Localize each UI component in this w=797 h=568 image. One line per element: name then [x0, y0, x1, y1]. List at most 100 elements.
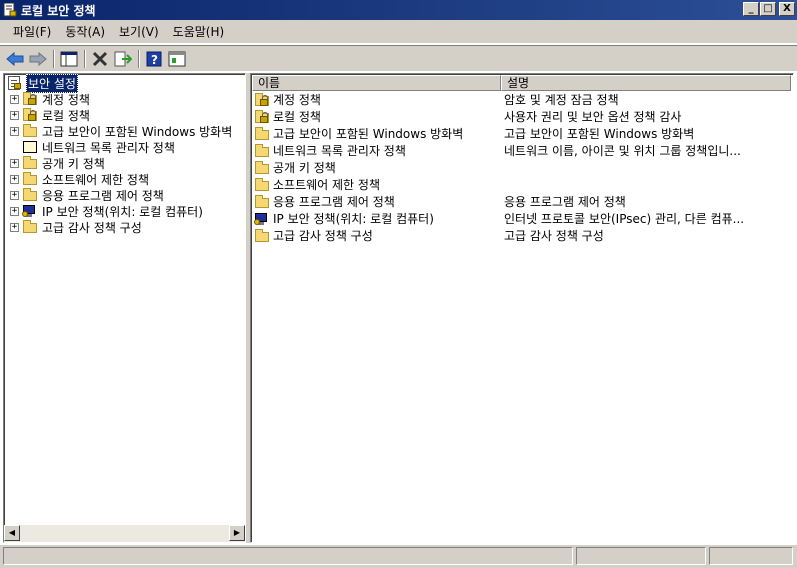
- delete-icon: [92, 51, 108, 66]
- tree-item-label: 로컬 정책: [42, 108, 90, 123]
- tree-root[interactable]: 보안 설정: [7, 74, 78, 93]
- folder-icon: [22, 156, 38, 170]
- scrollbar-track[interactable]: [20, 525, 229, 542]
- tree-item-ip-security[interactable]: + IP 보안 정책(위치: 로컬 컴퓨터): [10, 203, 204, 219]
- tree-item-label: 공개 키 정책: [42, 156, 105, 171]
- forward-icon: [29, 51, 47, 66]
- expand-icon[interactable]: +: [10, 158, 19, 168]
- tree-item-software-restriction[interactable]: + 소프트웨어 제한 정책: [10, 171, 150, 187]
- list-item-description: 네트워크 이름, 아이콘 및 위치 그룹 정책입니...: [504, 144, 741, 158]
- help-button[interactable]: ?: [143, 49, 165, 69]
- toolbar: ?: [0, 45, 797, 71]
- expand-icon[interactable]: +: [10, 174, 19, 184]
- delete-button[interactable]: [89, 49, 111, 69]
- list-item-name: 로컬 정책: [273, 110, 321, 124]
- forward-button[interactable]: [27, 49, 49, 69]
- scroll-right-icon[interactable]: ▶: [229, 525, 245, 541]
- expand-icon[interactable]: +: [10, 206, 19, 216]
- ipsec-policy-icon: [254, 212, 270, 226]
- menu-view[interactable]: 보기(V): [112, 23, 166, 40]
- tree-item-application-control[interactable]: + 응용 프로그램 제어 정책: [10, 187, 165, 203]
- svg-text:?: ?: [151, 53, 158, 67]
- title-bar[interactable]: 로컬 보안 정책 _ □ X: [0, 0, 797, 20]
- folder-icon: [254, 177, 270, 192]
- back-icon: [6, 51, 24, 66]
- scroll-left-icon[interactable]: ◀: [4, 525, 20, 541]
- tree-item-label: 계정 정책: [42, 92, 90, 107]
- tree-item-advanced-audit[interactable]: + 고급 감사 정책 구성: [10, 219, 143, 235]
- list-item[interactable]: IP 보안 정책(위치: 로컬 컴퓨터) 인터넷 프로토콜 보안(IPsec) …: [254, 210, 774, 227]
- list-item[interactable]: 고급 감사 정책 구성 고급 감사 정책 구성: [254, 227, 774, 244]
- tree-horizontal-scrollbar[interactable]: ◀ ▶: [4, 525, 245, 542]
- list-item[interactable]: 소프트웨어 제한 정책: [254, 176, 774, 193]
- tree-item-label: 소프트웨어 제한 정책: [42, 172, 149, 187]
- column-header-name[interactable]: 이름: [252, 75, 501, 91]
- locked-folder-icon: [254, 92, 270, 107]
- toolbar-separator: [53, 49, 55, 68]
- list-item[interactable]: 응용 프로그램 제어 정책 응용 프로그램 제어 정책: [254, 193, 774, 210]
- security-policy-app-icon: [3, 2, 17, 17]
- menu-action[interactable]: 동작(A): [58, 23, 112, 40]
- tree-item-label: 고급 보안이 포함된 Windows 방화벽: [42, 124, 233, 139]
- folder-icon: [254, 126, 270, 141]
- export-list-icon: [114, 51, 132, 66]
- show-hide-tree-button[interactable]: [58, 49, 80, 69]
- close-button[interactable]: X: [779, 2, 795, 16]
- list-item[interactable]: 로컬 정책 사용자 권리 및 보안 옵션 정책 감사: [254, 108, 774, 125]
- list-item-description: 암호 및 계정 잠금 정책: [504, 93, 619, 107]
- properties-icon: [168, 51, 186, 66]
- export-list-button[interactable]: [112, 49, 134, 69]
- window-title: 로컬 보안 정책: [21, 3, 96, 18]
- status-bar: [0, 545, 797, 568]
- menu-help[interactable]: 도움말(H): [166, 23, 232, 40]
- show-hide-tree-icon: [60, 51, 78, 66]
- tree-item-network-list-manager[interactable]: 네트워크 목록 관리자 정책: [10, 139, 176, 155]
- ipsec-policy-icon: [22, 204, 38, 218]
- console-tree[interactable]: 보안 설정 + 계정 정책 + 로컬 정책 + 고급 보안이 포함된 Windo…: [3, 73, 246, 543]
- security-settings-icon: [7, 76, 23, 90]
- list-item[interactable]: 계정 정책 암호 및 계정 잠금 정책: [254, 91, 774, 108]
- list-item-description: 응용 프로그램 제어 정책: [504, 195, 626, 209]
- tree-item-public-key[interactable]: + 공개 키 정책: [10, 155, 106, 171]
- folder-icon: [254, 194, 270, 209]
- status-panel-tertiary: [709, 547, 793, 565]
- folder-icon: [22, 188, 38, 202]
- list-item-name: 응용 프로그램 제어 정책: [273, 195, 395, 209]
- toolbar-separator: [138, 49, 140, 68]
- folder-icon: [22, 124, 38, 138]
- column-header-description[interactable]: 설명: [501, 75, 791, 91]
- minimize-button[interactable]: _: [743, 2, 759, 16]
- folder-icon: [254, 228, 270, 243]
- menu-file[interactable]: 파일(F): [6, 23, 58, 40]
- folder-icon: [22, 172, 38, 186]
- list-item[interactable]: 네트워크 목록 관리자 정책 네트워크 이름, 아이콘 및 위치 그룹 정책입니…: [254, 142, 774, 159]
- back-button[interactable]: [4, 49, 26, 69]
- list-item-name: 소프트웨어 제한 정책: [273, 178, 380, 192]
- help-icon: ?: [146, 51, 162, 67]
- details-list[interactable]: 이름 설명 계정 정책 암호 및 계정 잠금 정책 로컬 정책 사용자 권리 및…: [250, 73, 794, 543]
- maximize-button[interactable]: □: [760, 2, 776, 16]
- tree-item-windows-firewall[interactable]: + 고급 보안이 포함된 Windows 방화벽: [10, 123, 233, 139]
- expand-icon[interactable]: +: [10, 190, 19, 200]
- tree-item-label: 네트워크 목록 관리자 정책: [42, 140, 175, 155]
- list-item-name: 네트워크 목록 관리자 정책: [273, 144, 406, 158]
- expand-icon[interactable]: +: [10, 110, 19, 120]
- tree-item-label: IP 보안 정책(위치: 로컬 컴퓨터): [42, 204, 203, 219]
- expand-icon[interactable]: +: [10, 126, 19, 136]
- list-item-description: 인터넷 프로토콜 보안(IPsec) 관리, 다른 컴퓨...: [504, 212, 745, 226]
- list-item-name: 고급 감사 정책 구성: [273, 229, 373, 243]
- expand-icon[interactable]: +: [10, 222, 19, 232]
- list-item-name: 공개 키 정책: [273, 161, 336, 175]
- list-item-name: IP 보안 정책(위치: 로컬 컴퓨터): [273, 212, 434, 226]
- toolbar-separator: [84, 49, 86, 68]
- properties-button[interactable]: [166, 49, 188, 69]
- list-item[interactable]: 공개 키 정책: [254, 159, 774, 176]
- folder-icon: [22, 220, 38, 234]
- tree-item-local-policy[interactable]: + 로컬 정책: [10, 107, 91, 123]
- locked-folder-icon: [254, 109, 270, 124]
- tree-item-account-policy[interactable]: + 계정 정책: [10, 91, 91, 107]
- list-item-description: 사용자 권리 및 보안 옵션 정책 감사: [504, 110, 682, 124]
- list-item[interactable]: 고급 보안이 포함된 Windows 방화벽 고급 보안이 포함된 Window…: [254, 125, 774, 142]
- expand-icon[interactable]: +: [10, 94, 19, 104]
- folder-icon: [254, 160, 270, 175]
